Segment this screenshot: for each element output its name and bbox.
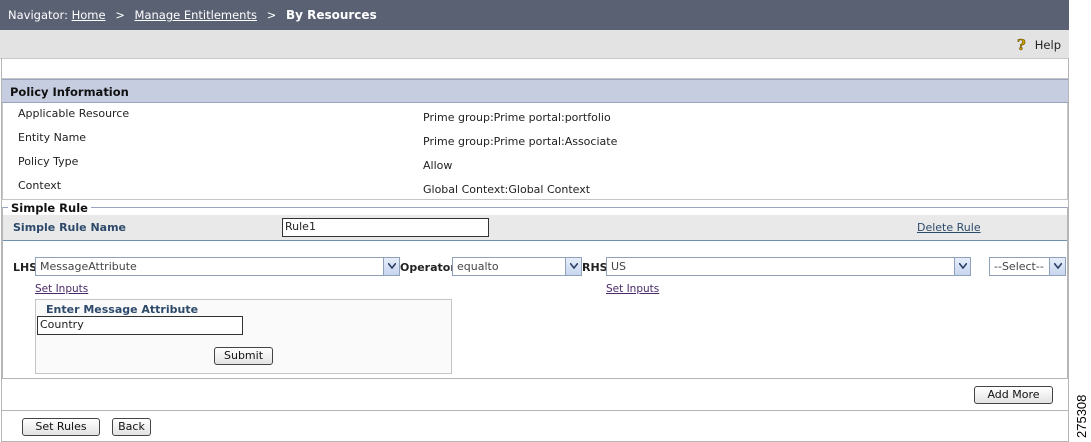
policy-type-value: Allow [423, 159, 453, 172]
applicable-resource-value: Prime group:Prime portal:portfolio [423, 111, 611, 124]
rhs-label: RHS [582, 261, 608, 274]
figure-id-label: 275308 [1074, 395, 1089, 438]
breadcrumb-manage-entitlements-link[interactable]: Manage Entitlements [135, 8, 257, 22]
context-value: Global Context:Global Context [423, 183, 591, 196]
policy-information-title: Policy Information [10, 85, 129, 99]
help-label: Help [1034, 38, 1061, 52]
connector-select[interactable]: --Select-- [989, 257, 1066, 276]
simple-rule-name-input[interactable]: Rule1 [282, 218, 489, 237]
back-button[interactable]: Back [112, 418, 151, 436]
lhs-set-inputs-link[interactable]: Set Inputs [35, 283, 88, 295]
applicable-resource-label: Applicable Resource [18, 107, 130, 120]
simple-rule-name-label: Simple Rule Name [13, 221, 127, 234]
message-attribute-title: Enter Message Attribute [46, 303, 199, 316]
footer-bar [1, 410, 1069, 442]
lhs-label: LHS [13, 261, 38, 274]
rhs-select-value: US [611, 260, 627, 273]
navigator-prefix: Navigator: [8, 8, 68, 22]
lhs-select[interactable]: MessageAttribute [35, 257, 400, 276]
breadcrumb-separator: > [266, 8, 277, 22]
breadcrumb-current: By Resources [285, 8, 377, 22]
help-link[interactable]: ? Help [1014, 36, 1061, 55]
policy-information-header: Policy Information [2, 79, 1068, 103]
breadcrumb-separator: > [115, 8, 125, 22]
breadcrumb-home-link[interactable]: Home [72, 8, 106, 22]
operator-label: Operator [400, 261, 456, 274]
add-more-button[interactable]: Add More [974, 386, 1053, 404]
submit-button[interactable]: Submit [214, 347, 273, 365]
connector-select-value: --Select-- [994, 260, 1044, 273]
simple-rule-name-row: Simple Rule Name Rule1 Delete Rule [3, 215, 1067, 241]
set-rules-button[interactable]: Set Rules [22, 418, 100, 436]
message-attribute-panel: Enter Message Attribute Country Submit [35, 299, 452, 374]
help-bar: ? Help [0, 30, 1069, 59]
chevron-down-icon [565, 258, 581, 275]
operator-select-value: equalto [457, 260, 499, 273]
operator-select[interactable]: equalto [452, 257, 582, 276]
navigator-bar: Navigator: Home > Manage Entitlements > … [0, 0, 1069, 30]
chevron-down-icon [954, 258, 970, 275]
message-attribute-input[interactable]: Country [37, 316, 243, 335]
rhs-set-inputs-link[interactable]: Set Inputs [606, 283, 659, 295]
figure-id-text: 275308 [1074, 395, 1089, 438]
lhs-select-value: MessageAttribute [40, 260, 137, 273]
delete-rule-link[interactable]: Delete Rule [917, 221, 981, 234]
entity-name-value: Prime group:Prime portal:Associate [423, 135, 618, 148]
policy-type-label: Policy Type [18, 155, 79, 168]
chevron-down-icon [1049, 258, 1065, 275]
help-icon: ? [1014, 36, 1029, 55]
chevron-down-icon [383, 258, 399, 275]
breadcrumb: Navigator: Home > Manage Entitlements > … [8, 8, 377, 22]
context-label: Context [18, 179, 62, 192]
rhs-select[interactable]: US [606, 257, 971, 276]
svg-text:?: ? [1017, 37, 1026, 53]
simple-rule-title: Simple Rule [8, 201, 91, 215]
entity-name-label: Entity Name [18, 131, 87, 144]
